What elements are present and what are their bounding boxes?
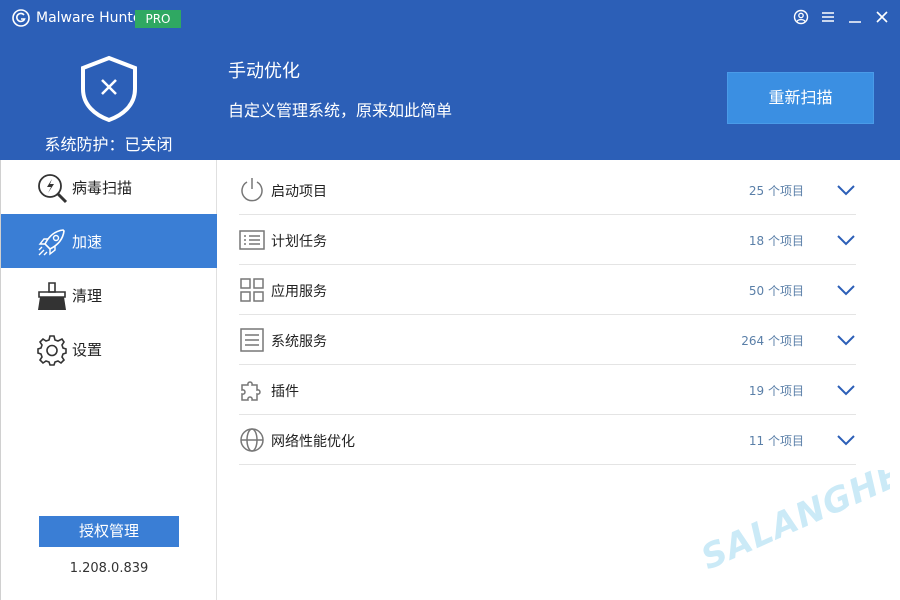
item-count: 264 个项目 [741,334,804,348]
sidebar-item-speedup[interactable]: 加速 [1,214,217,268]
watermark-text: SALANGHE [700,470,890,578]
minimize-icon [849,21,861,23]
rocket-icon [38,229,65,256]
list-item-label: 网络性能优化 [271,434,355,450]
page-title: 手动优化 [228,61,300,82]
list-item-system-services[interactable]: 系统服务 264 个项目 [239,315,856,365]
rescan-button[interactable]: 重新扫描 [727,72,874,124]
list-item-app-services[interactable]: 应用服务 50 个项目 [239,265,856,315]
user-icon [793,9,809,25]
chevron-down-icon[interactable] [836,231,856,249]
sidebar-item-label: 设置 [72,341,103,359]
power-icon [241,178,263,202]
sidebar-item-label: 清理 [72,287,103,305]
list-item-network-optimization[interactable]: 网络性能优化 11 个项目 [239,415,856,465]
list-item-label: 启动项目 [271,184,327,200]
watermark: SALANGHE [700,470,890,578]
list-icon [239,230,265,250]
puzzle-icon [241,381,261,401]
list-item-plugins[interactable]: 插件 19 个项目 [239,365,856,415]
header-banner: Malware Hunter PRO 系统防护：已关闭 手动优化 自定义管理系统… [0,0,900,160]
version-label: 1.208.0.839 [69,561,149,576]
app-logo-icon [12,9,30,27]
chevron-down-icon[interactable] [836,331,856,349]
list-item-scheduled-tasks[interactable]: 计划任务 18 个项目 [239,215,856,265]
sidebar-item-settings[interactable]: 设置 [1,322,217,376]
list-item-label: 插件 [271,384,299,400]
list-item-label: 计划任务 [271,234,327,250]
title-bar: Malware Hunter PRO [0,0,900,36]
chevron-down-icon[interactable] [836,381,856,399]
minimize-button[interactable] [846,8,864,26]
item-count: 25 个项目 [748,184,804,198]
gear-icon [37,335,67,366]
sidebar: 病毒扫描 加速 清理 设置 授权管理 1.208.0.839 [0,160,217,600]
hamburger-menu-icon [822,12,834,22]
document-icon [240,328,264,352]
sidebar-item-label: 加速 [72,233,103,251]
item-count: 18 个项目 [748,234,804,248]
sidebar-item-virus-scan[interactable]: 病毒扫描 [1,160,217,214]
menu-button[interactable] [819,8,837,26]
page-subtitle: 自定义管理系统，原来如此简单 [228,101,453,120]
list-item-label: 系统服务 [271,334,327,350]
globe-icon [240,428,264,452]
item-count: 50 个项目 [748,284,804,298]
shield-icon [81,55,137,123]
list-item-startup[interactable]: 启动项目 25 个项目 [239,165,856,215]
grid-icon [240,278,264,302]
item-count: 11 个项目 [748,434,804,448]
list-item-label: 应用服务 [271,284,327,300]
pro-badge: PRO [135,10,181,28]
close-button[interactable] [873,8,891,26]
close-icon [876,11,888,23]
license-management-button[interactable]: 授权管理 [39,516,179,547]
chevron-down-icon[interactable] [836,181,856,199]
chevron-down-icon[interactable] [836,281,856,299]
broom-icon [38,282,66,310]
chevron-down-icon[interactable] [836,431,856,449]
account-button[interactable] [792,8,810,26]
sidebar-item-label: 病毒扫描 [72,179,133,197]
item-count: 19 个项目 [748,384,804,398]
app-name: Malware Hunter [36,10,148,26]
virus-scan-icon [38,174,68,204]
sidebar-item-clean[interactable]: 清理 [1,268,217,322]
protection-status: 系统防护：已关闭 [44,135,173,154]
